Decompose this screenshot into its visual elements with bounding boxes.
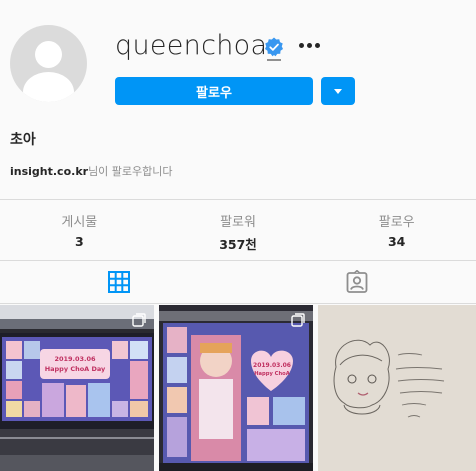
stats-bar: 게시물 3 팔로워 357천 팔로우 34: [0, 200, 476, 260]
full-name: 초아: [10, 132, 36, 148]
caret-down-icon: [334, 88, 342, 94]
avatar[interactable]: [10, 25, 87, 102]
post-thumbnail[interactable]: 2019.03.06 Happy ChoA Day: [0, 305, 154, 471]
stat-label: 팔로우: [378, 215, 415, 230]
stat-posts: 게시물 3: [0, 200, 159, 260]
stat-value: 357천: [219, 237, 257, 252]
more-options-button[interactable]: [296, 34, 322, 56]
divider: [0, 303, 476, 304]
followed-by-text: insight.co.kr님이 팔로우합니다: [10, 163, 173, 179]
posts-grid: 2019.03.06 Happy ChoA Day 2019.03.06 Hap…: [0, 305, 476, 471]
stat-label: 팔로워: [220, 215, 256, 230]
tagged-icon: [346, 270, 368, 293]
stat-value: 34: [387, 234, 406, 249]
stat-value: 3: [74, 234, 84, 249]
follow-button[interactable]: 팔로우: [115, 77, 313, 105]
verified-badge-icon: [265, 37, 283, 57]
tab-tagged[interactable]: [238, 261, 476, 303]
grid-icon: [108, 271, 130, 293]
multiple-photos-icon: [132, 313, 146, 327]
post-image: 2019.03.06 Happy ChoA: [159, 305, 313, 471]
multiple-photos-icon: [291, 313, 305, 327]
dot-icon: [306, 42, 312, 48]
dot-icon: [314, 42, 320, 48]
suggestions-dropdown-button[interactable]: [321, 77, 355, 105]
stat-label: 게시물: [61, 215, 98, 230]
avatar-head-shape: [35, 41, 62, 68]
followed-by-account-link[interactable]: insight.co.kr: [10, 165, 88, 178]
post-image: 2019.03.06 Happy ChoA Day: [0, 305, 154, 471]
username: queenchoa_: [115, 30, 282, 61]
svg-text:2019.03.06: 2019.03.06: [253, 362, 291, 369]
tab-posts[interactable]: [0, 261, 238, 303]
followed-by-suffix: 님이 팔로우합니다: [88, 165, 173, 178]
stat-following[interactable]: 팔로우 34: [317, 200, 476, 260]
profile-tabs: [0, 261, 476, 303]
post-thumbnail[interactable]: 2019.03.06 Happy ChoA: [159, 305, 313, 471]
svg-text:2019.03.06: 2019.03.06: [54, 355, 96, 363]
post-image: [318, 305, 476, 471]
svg-text:Happy ChoA Day: Happy ChoA Day: [45, 365, 106, 373]
dot-icon: [298, 42, 304, 48]
avatar-body-shape: [23, 72, 74, 102]
post-thumbnail[interactable]: [318, 305, 476, 471]
svg-text:Happy ChoA: Happy ChoA: [254, 371, 290, 377]
stat-followers[interactable]: 팔로워 357천: [159, 200, 318, 260]
